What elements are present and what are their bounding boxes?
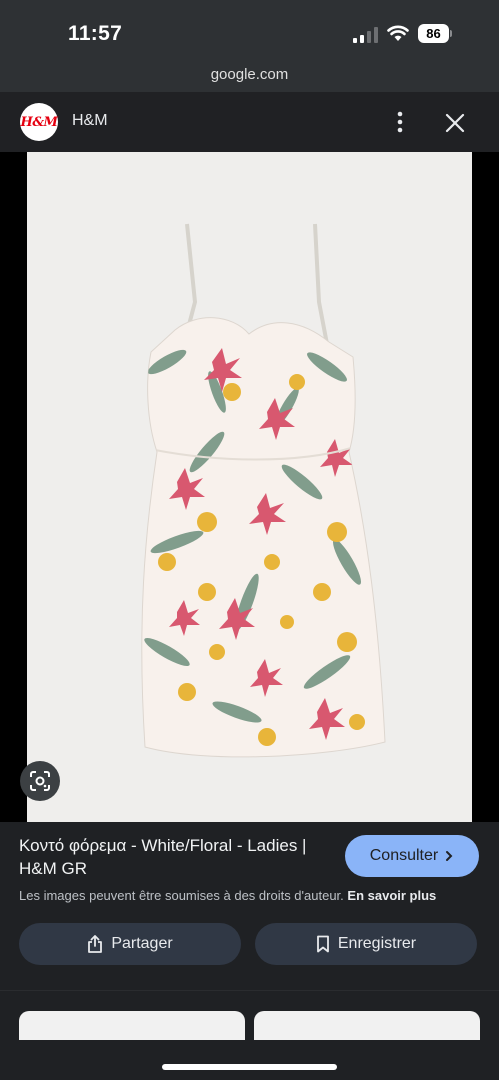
save-button[interactable]: Enregistrer [255,923,477,965]
copyright-notice: Les images peuvent être soumises à des d… [19,888,489,903]
section-divider [0,990,499,991]
share-icon [88,935,103,953]
result-info-panel: Κοντό φόρεμα - White/Floral - Ladies | H… [0,822,499,990]
product-image[interactable] [27,152,472,822]
copyright-text: Les images peuvent être soumises à des d… [19,888,344,903]
url-bar[interactable]: google.com [0,62,499,92]
status-time: 11:57 [68,22,123,45]
battery-tip [450,30,452,37]
dress-illustration [141,223,386,758]
bookmark-icon [316,935,329,953]
site-logo-text: H&M [20,114,58,130]
cellular-signal-icon [353,27,378,43]
close-icon[interactable] [444,112,466,134]
share-button[interactable]: Partager [19,923,241,965]
learn-more-link[interactable]: En savoir plus [347,888,436,903]
lens-icon [30,771,50,791]
battery-level: 86 [418,24,449,43]
more-options-icon[interactable] [390,110,410,134]
battery-indicator: 86 [418,24,452,43]
wifi-icon [387,25,409,41]
consult-button[interactable]: Consulter [345,835,479,877]
site-header: H&M H&M [0,92,499,152]
image-viewer[interactable] [0,152,499,822]
google-lens-button[interactable] [20,761,60,801]
bottom-bar [0,1040,499,1080]
save-label: Enregistrer [337,935,417,952]
chevron-right-icon [446,851,453,861]
home-indicator[interactable] [162,1064,337,1070]
share-label: Partager [111,935,173,952]
result-title[interactable]: Κοντό φόρεμα - White/Floral - Ladies | H… [19,834,319,880]
consult-label: Consulter [369,847,439,864]
status-bar: 11:57 86 [0,0,499,62]
site-logo[interactable]: H&M [20,103,58,141]
site-name[interactable]: H&M [72,112,108,130]
